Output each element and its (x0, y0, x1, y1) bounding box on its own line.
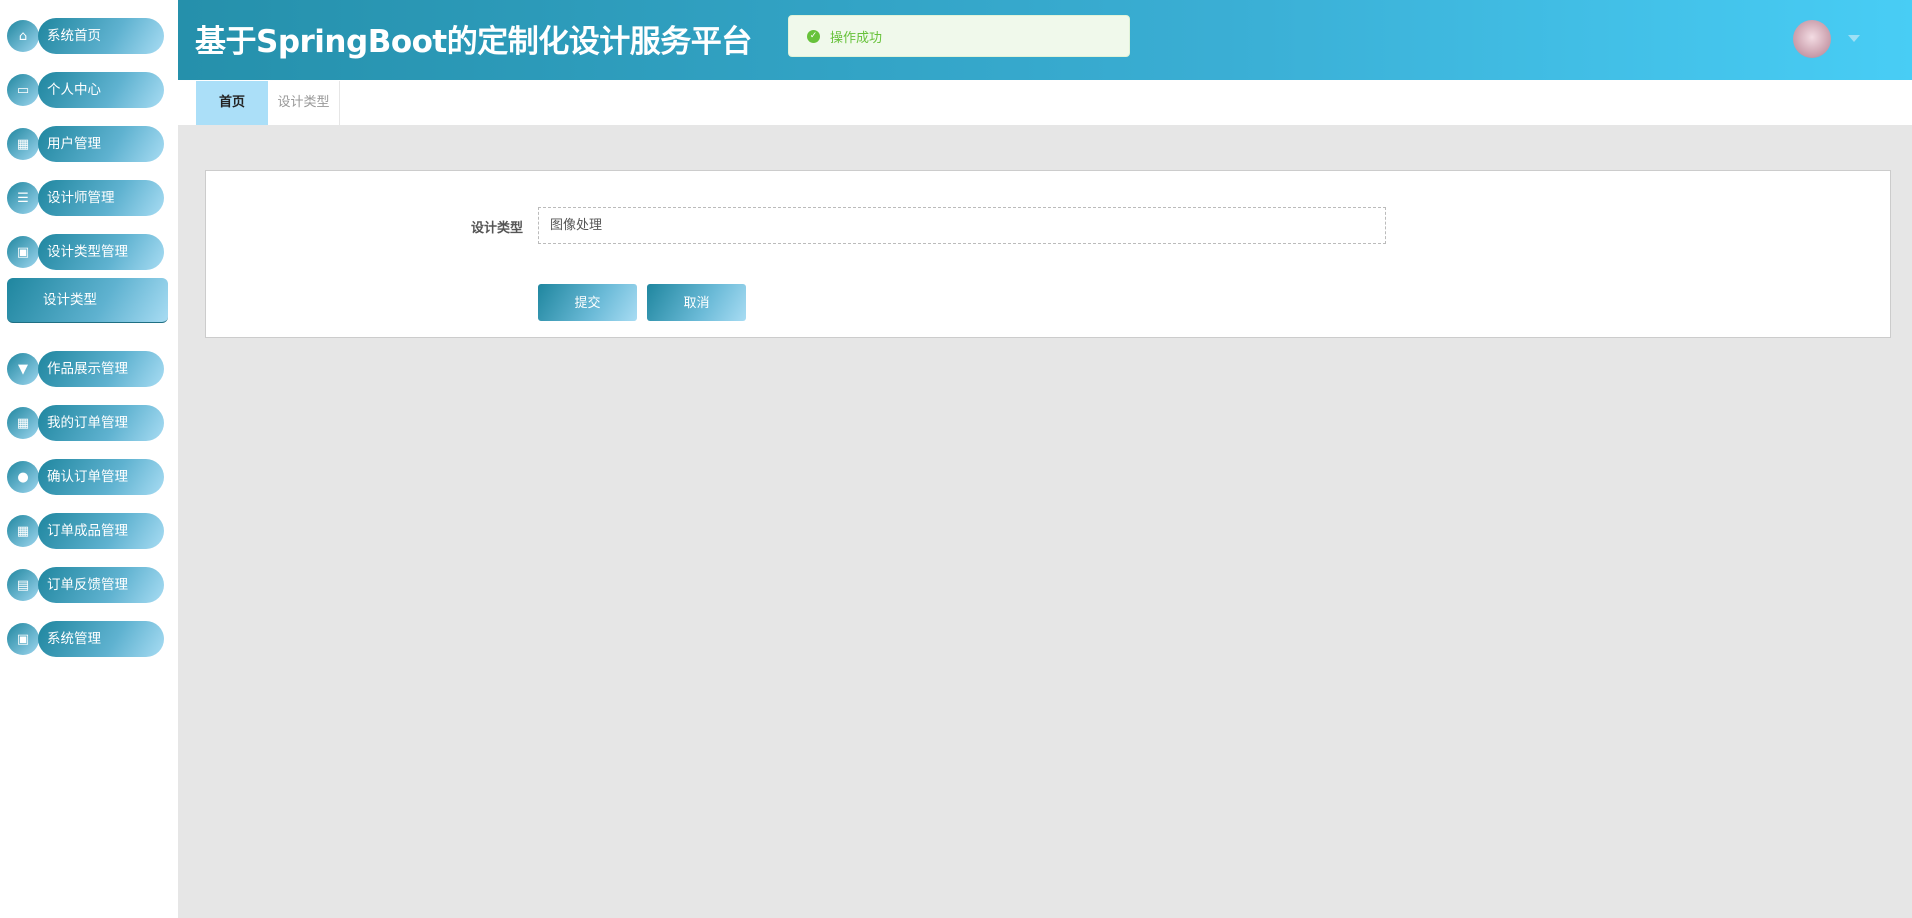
tab-design-type[interactable]: 设计类型 (268, 81, 340, 125)
sidebar-item-label: 系统首页 (38, 18, 164, 54)
document-icon: ▤ (7, 569, 39, 601)
wallet-icon: ▭ (7, 74, 39, 106)
avatar[interactable] (1793, 20, 1831, 58)
sidebar-item-label: 作品展示管理 (38, 351, 164, 387)
sidebar-item-label: 系统管理 (38, 621, 164, 657)
tab-bar: 首页 设计类型 (178, 80, 1912, 125)
grid-icon: ▦ (7, 407, 39, 439)
clipboard-icon: ▣ (7, 236, 39, 268)
caret-down-icon[interactable] (1848, 35, 1860, 42)
sidebar-item-users[interactable]: ▦ 用户管理 (7, 126, 164, 162)
sidebar-item-label: 订单反馈管理 (38, 567, 164, 603)
field-label: 设计类型 (471, 221, 524, 236)
sidebar-item-works[interactable]: ▼ 作品展示管理 (7, 351, 164, 387)
list-icon: ☰ (7, 182, 39, 214)
sidebar-item-design-types[interactable]: ▣ 设计类型管理 (7, 234, 164, 270)
sidebar-item-designers[interactable]: ☰ 设计师管理 (7, 180, 164, 216)
grid-icon: ▦ (7, 128, 39, 160)
grid-icon: ▦ (7, 515, 39, 547)
sidebar-item-label: 设计师管理 (38, 180, 164, 216)
tab-home[interactable]: 首页 (196, 81, 268, 125)
sidebar-item-home[interactable]: ⌂ 系统首页 (7, 18, 164, 54)
design-type-input[interactable]: 图像处理 (538, 207, 1386, 244)
toast-message: 操作成功 (830, 30, 883, 46)
check-circle-icon: ✓ (807, 29, 820, 43)
sidebar-subitem-design-type[interactable]: 设计类型 (7, 278, 168, 323)
sidebar-item-label: 订单成品管理 (38, 513, 164, 549)
sidebar-item-profile[interactable]: ▭ 个人中心 (7, 72, 164, 108)
lightbulb-icon: ● (7, 461, 39, 493)
app-title: 基于SpringBoot的定制化设计服务平台 (195, 24, 752, 60)
sidebar-item-label: 确认订单管理 (38, 459, 164, 495)
sidebar-item-label: 用户管理 (38, 126, 164, 162)
paint-brush-icon: ▼ (7, 353, 39, 385)
success-toast: ✓ 操作成功 (788, 15, 1130, 57)
sidebar-item-order-feedback[interactable]: ▤ 订单反馈管理 (7, 567, 164, 603)
sidebar-item-system[interactable]: ▣ 系统管理 (7, 621, 164, 657)
sidebar-item-confirm-orders[interactable]: ● 确认订单管理 (7, 459, 164, 495)
home-icon: ⌂ (7, 20, 39, 52)
sidebar-item-order-products[interactable]: ▦ 订单成品管理 (7, 513, 164, 549)
clipboard-check-icon: ▣ (7, 623, 39, 655)
design-type-form: 设计类型 图像处理 提交 取消 (205, 170, 1891, 338)
cancel-button[interactable]: 取消 (647, 284, 746, 321)
sidebar-item-label: 设计类型管理 (38, 234, 164, 270)
sidebar-item-my-orders[interactable]: ▦ 我的订单管理 (7, 405, 164, 441)
sidebar-item-label: 我的订单管理 (38, 405, 164, 441)
sidebar-item-label: 个人中心 (38, 72, 164, 108)
sidebar: ⌂ 系统首页 ▭ 个人中心 ▦ 用户管理 ☰ 设计师管理 ▣ 设计类型管理 设计类型 ▼ 作… (0, 0, 178, 918)
submit-button[interactable]: 提交 (538, 284, 637, 321)
header: 基于SpringBoot的定制化设计服务平台 ✓ 操作成功 (178, 0, 1912, 80)
